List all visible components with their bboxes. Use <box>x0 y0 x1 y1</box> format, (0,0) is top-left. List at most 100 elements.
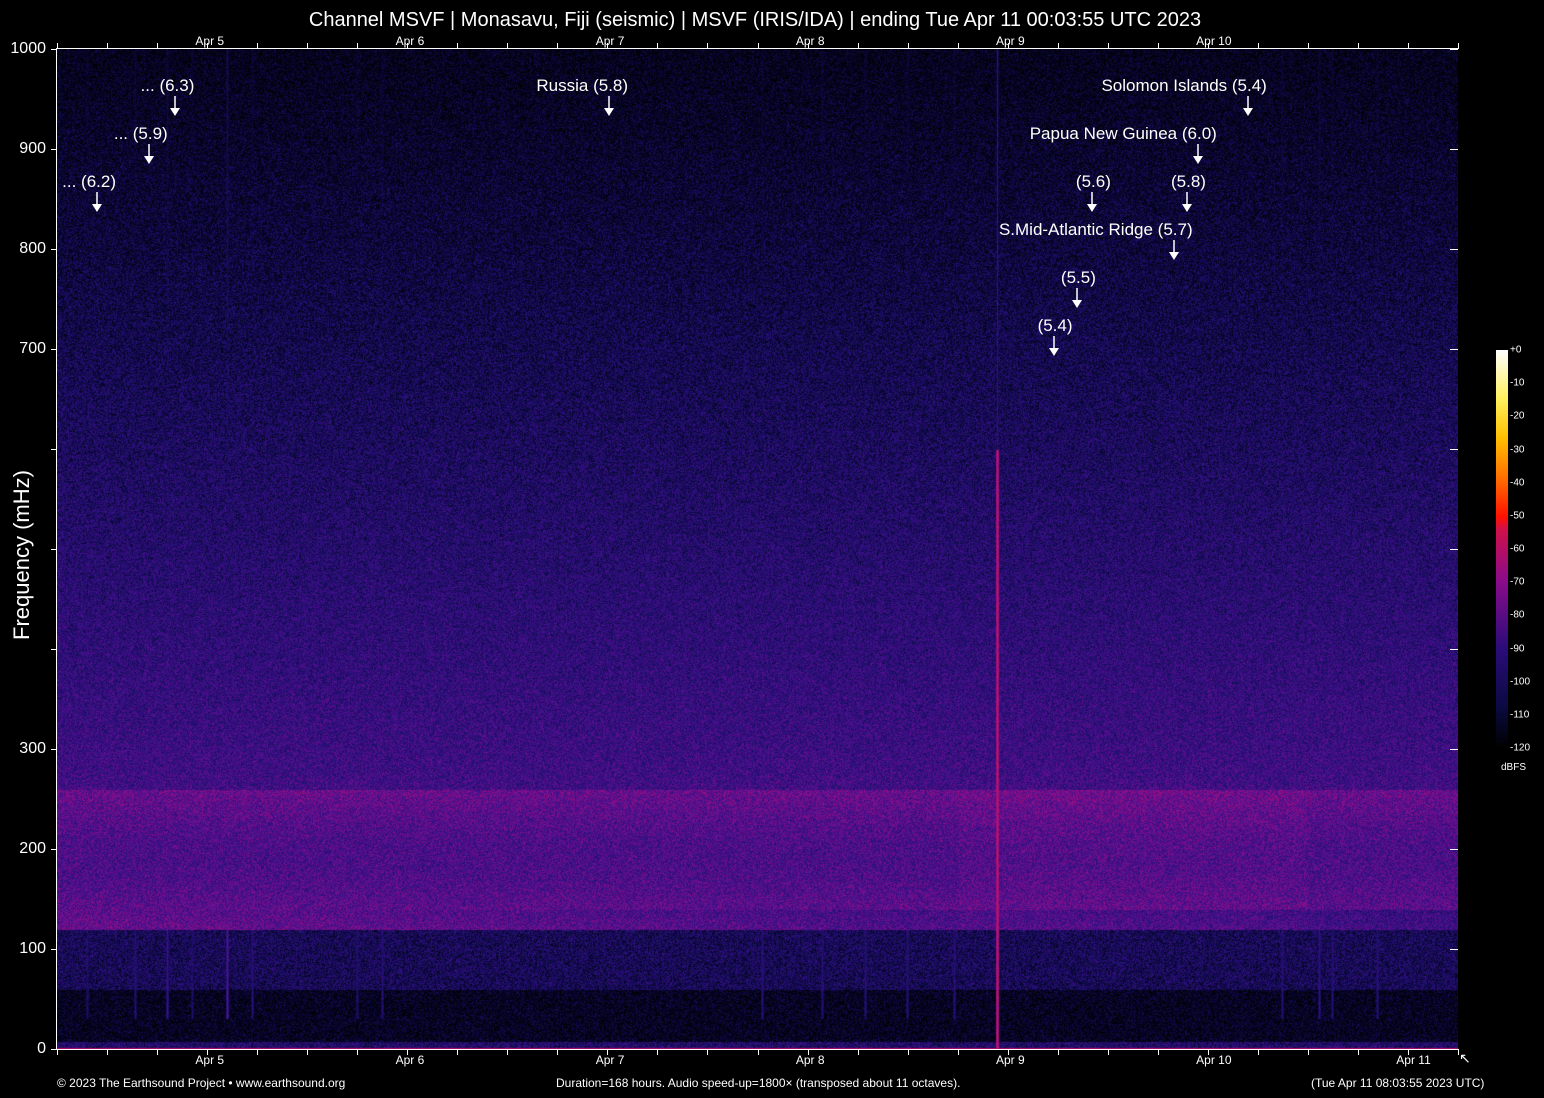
x-tick-top <box>1158 43 1159 49</box>
x-tick-top <box>557 43 558 49</box>
event-arrow-icon <box>1071 288 1083 310</box>
x-tick-top <box>457 43 458 49</box>
x-tick-top <box>357 43 358 49</box>
colorbar-tick-label: -80 <box>1510 610 1524 621</box>
y-tick-right <box>1450 849 1458 850</box>
colorbar-tick-label: -40 <box>1510 477 1524 488</box>
x-tick-top <box>858 43 859 49</box>
x-tick <box>1358 1049 1359 1055</box>
x-tick-label: Apr 6 <box>396 1053 425 1067</box>
y-tick-label: 0 <box>37 1040 46 1058</box>
x-tick-top <box>958 43 959 49</box>
x-tick <box>908 1049 909 1055</box>
copyright: © 2023 The Earthsound Project • www.eart… <box>57 1076 345 1090</box>
y-tick-label: 300 <box>19 740 46 758</box>
y-tick <box>51 149 57 150</box>
y-tick-right <box>1450 449 1458 450</box>
x-tick-label: Apr 9 <box>996 1053 1025 1067</box>
x-tick-top <box>507 43 508 49</box>
x-tick <box>357 1049 358 1055</box>
timestamp: (Tue Apr 11 08:03:55 2023 UTC) <box>1311 1076 1484 1090</box>
event-label: (5.4) <box>1038 316 1073 336</box>
x-tick-top <box>1358 43 1359 49</box>
x-tick-top <box>1058 43 1059 49</box>
x-tick <box>157 1049 158 1055</box>
x-tick <box>707 1049 708 1055</box>
y-tick-right <box>1450 749 1458 750</box>
top-tick-label: Apr 8 <box>796 34 825 48</box>
event-arrow-icon <box>1192 144 1204 166</box>
event-label: ... (6.2) <box>62 172 116 192</box>
event-label: (5.8) <box>1171 172 1206 192</box>
x-tick-top <box>758 43 759 49</box>
y-tick <box>51 849 57 850</box>
event-arrow-icon <box>143 144 155 166</box>
colorbar-tick-label: -100 <box>1510 676 1530 687</box>
plot-frame <box>56 48 1459 1050</box>
y-axis-label: Frequency (mHz) <box>9 470 35 640</box>
x-tick-top <box>307 43 308 49</box>
event-arrow-icon <box>169 96 181 118</box>
x-tick <box>858 1049 859 1055</box>
colorbar-tick-label: -30 <box>1510 444 1524 455</box>
event-label: ... (6.3) <box>141 76 195 96</box>
x-tick <box>958 1049 959 1055</box>
x-tick-top <box>107 43 108 49</box>
x-tick-top <box>1258 43 1259 49</box>
y-tick-label: 200 <box>19 840 46 858</box>
y-tick-right <box>1450 649 1458 650</box>
y-tick-label: 800 <box>19 240 46 258</box>
x-tick-top <box>257 43 258 49</box>
colorbar-tick-label: -50 <box>1510 510 1524 521</box>
x-tick <box>307 1049 308 1055</box>
y-tick <box>51 349 57 350</box>
x-tick-top <box>1108 43 1109 49</box>
colorbar-tick-label: -10 <box>1510 378 1524 389</box>
y-tick-right <box>1450 249 1458 250</box>
x-tick <box>257 1049 258 1055</box>
x-tick <box>657 1049 658 1055</box>
x-tick <box>1308 1049 1309 1055</box>
colorbar-tick-label: -120 <box>1510 743 1530 754</box>
y-tick <box>51 49 57 50</box>
x-tick-label: Apr 8 <box>796 1053 825 1067</box>
event-label: ... (5.9) <box>114 124 168 144</box>
x-tick-top <box>908 43 909 49</box>
top-tick-label: Apr 9 <box>996 34 1025 48</box>
x-tick <box>1058 1049 1059 1055</box>
y-tick-label: 1000 <box>10 40 46 58</box>
x-tick-top <box>707 43 708 49</box>
y-tick <box>51 249 57 250</box>
event-arrow-icon <box>1181 192 1193 214</box>
y-tick-right <box>1450 149 1458 150</box>
x-tick-top <box>1458 43 1459 49</box>
colorbar-tick-label: -110 <box>1510 709 1529 720</box>
x-tick-top <box>1308 43 1309 49</box>
colorbar-tick-label: -60 <box>1510 544 1524 555</box>
y-tick <box>51 949 57 950</box>
y-tick-right <box>1450 349 1458 350</box>
x-tick <box>1158 1049 1159 1055</box>
x-tick <box>57 1049 58 1055</box>
cursor-icon: ↖ <box>1459 1050 1471 1067</box>
event-arrow-icon <box>1168 240 1180 262</box>
x-tick <box>107 1049 108 1055</box>
y-tick <box>51 449 57 450</box>
x-tick <box>457 1049 458 1055</box>
colorbar-tick-label: -90 <box>1510 643 1524 654</box>
top-tick-label: Apr 7 <box>596 34 625 48</box>
top-tick-label: Apr 10 <box>1196 34 1231 48</box>
y-tick-right <box>1450 49 1458 50</box>
y-tick-right <box>1450 1049 1458 1050</box>
x-tick <box>1108 1049 1109 1055</box>
x-tick-label: Apr 10 <box>1196 1053 1231 1067</box>
y-tick-label: 100 <box>19 940 46 958</box>
y-tick-label: 900 <box>19 140 46 158</box>
y-tick <box>51 649 57 650</box>
event-label: (5.6) <box>1076 172 1111 192</box>
x-tick-top <box>57 43 58 49</box>
x-tick-label: Apr 11 <box>1396 1053 1430 1067</box>
event-arrow-icon <box>603 96 615 118</box>
y-tick-right <box>1450 549 1458 550</box>
x-tick-label: Apr 5 <box>195 1053 224 1067</box>
